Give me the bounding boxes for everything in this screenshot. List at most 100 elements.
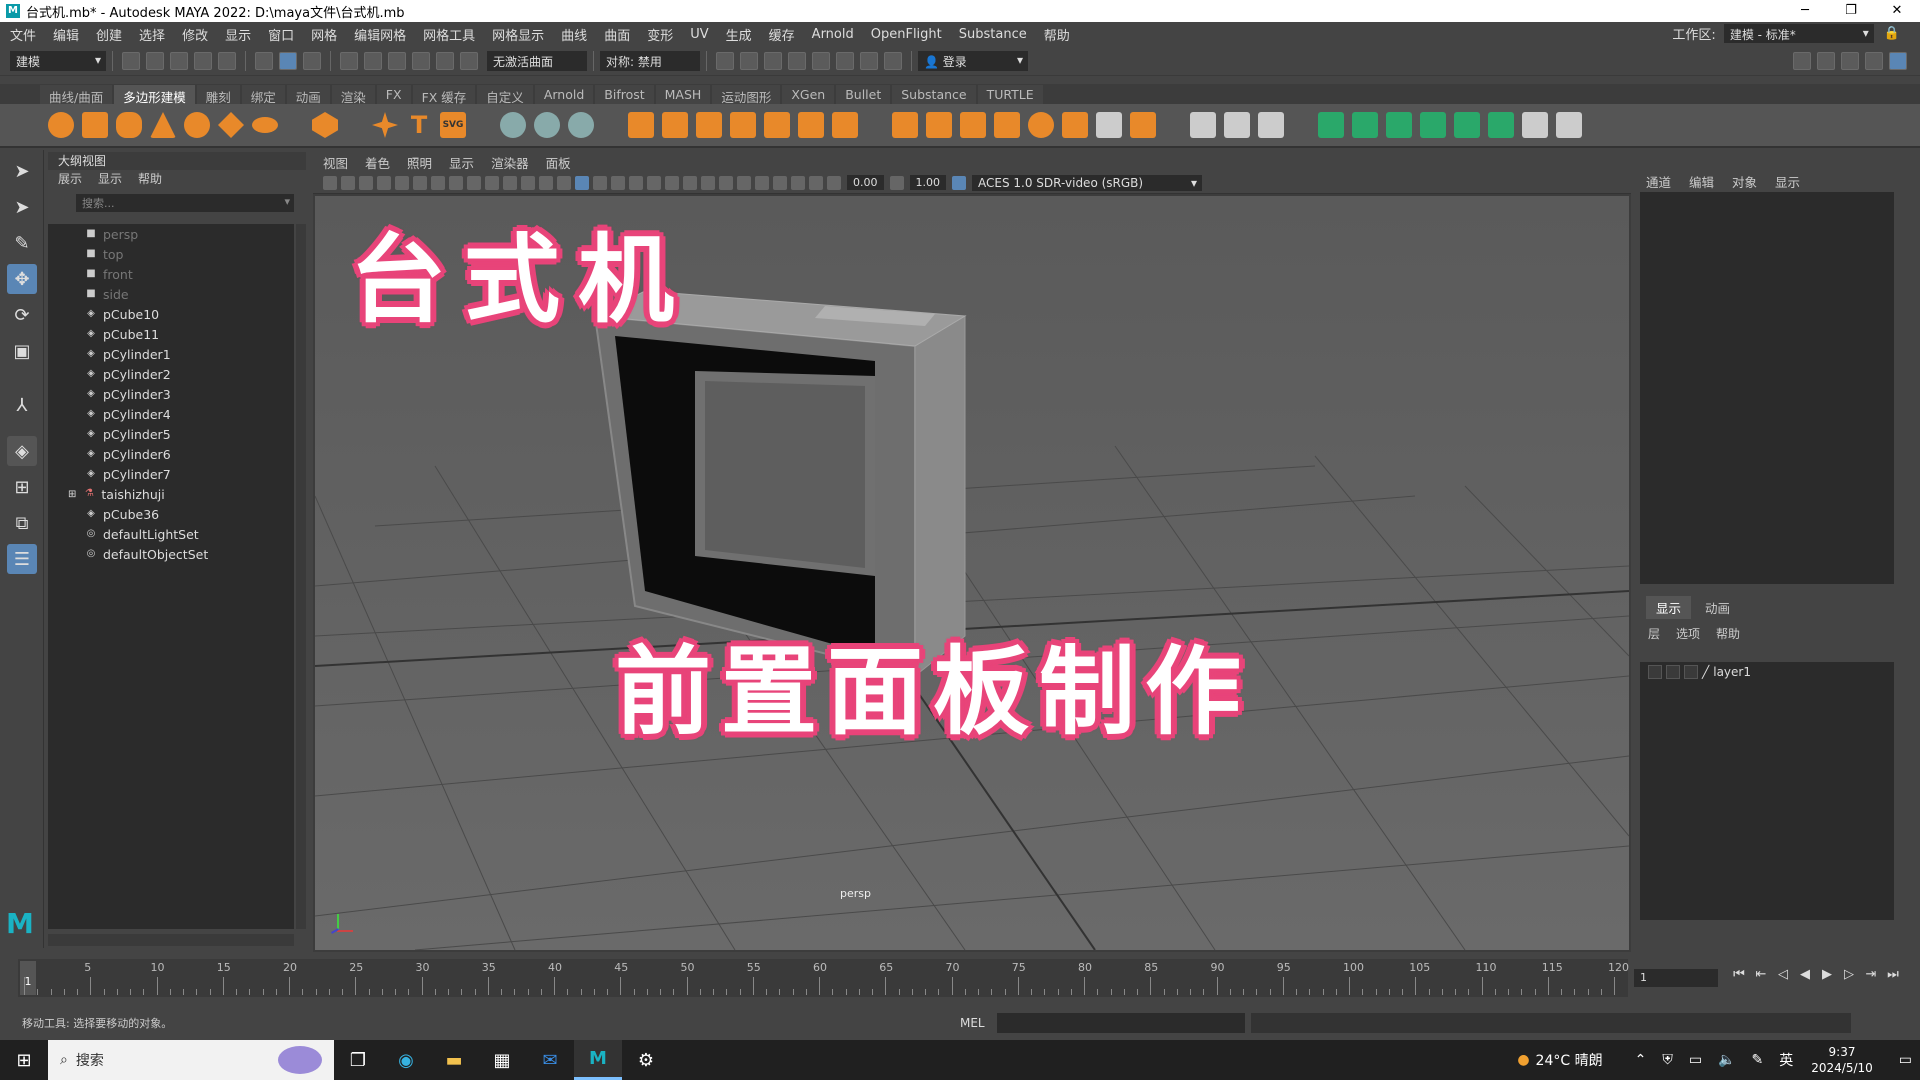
ambient-occlusion-icon[interactable] (683, 175, 697, 190)
shelf-tab-custom[interactable]: 自定义 (477, 85, 533, 105)
menu-help[interactable]: 帮助 (1044, 25, 1070, 44)
grid-toggle-icon[interactable] (431, 175, 445, 190)
menu-edit-mesh[interactable]: 编辑网格 (354, 25, 406, 44)
platonic-solid-icon[interactable] (312, 112, 338, 138)
camera-select-icon[interactable] (323, 175, 337, 190)
default-material-icon[interactable] (593, 175, 607, 190)
layer-menu-options[interactable]: 选项 (1676, 625, 1700, 642)
layer-menu-help[interactable]: 帮助 (1716, 625, 1740, 642)
viewport-menu-lighting[interactable]: 照明 (407, 153, 432, 172)
expand-icon[interactable]: ⊞ (68, 489, 76, 500)
multi-cut-icon[interactable] (1190, 112, 1216, 138)
gate-mask-icon[interactable] (485, 175, 499, 190)
layer-playback-toggle[interactable] (1666, 665, 1680, 679)
pause-icon[interactable] (884, 51, 902, 70)
outliner-item-pcylinder5[interactable]: ◈ pCylinder5 (48, 424, 294, 444)
xray-icon[interactable] (773, 175, 787, 190)
scale-tool-icon[interactable]: ▣ (7, 336, 37, 366)
notification-icon[interactable]: ▭ (1899, 1052, 1912, 1068)
super-shape-icon[interactable] (372, 112, 398, 138)
edge-browser-icon[interactable]: ◉ (382, 1040, 430, 1080)
xray-joints-icon[interactable] (791, 175, 805, 190)
outliner-item-pcube10[interactable]: ◈ pCube10 (48, 304, 294, 324)
menu-uv[interactable]: UV (690, 27, 708, 42)
symmetry-dropdown[interactable]: 对称: 禁用 (600, 50, 700, 71)
shelf-tab-motion-graphics[interactable]: 运动图形 (712, 85, 781, 105)
ipr-render-icon[interactable] (764, 51, 782, 70)
shelf-tab-fx[interactable]: FX (376, 85, 411, 104)
shelf-tab-animation[interactable]: 动画 (286, 85, 330, 105)
menu-select[interactable]: 选择 (139, 25, 165, 44)
workspace-dropdown[interactable]: 建模 - 标准* ▾ (1723, 24, 1874, 43)
menu-mesh-tools[interactable]: 网格工具 (423, 25, 475, 44)
current-time-marker[interactable]: 1 (20, 961, 36, 995)
play-backward-icon[interactable]: ◀ (1794, 967, 1816, 982)
render-settings-icon[interactable] (788, 51, 806, 70)
menu-modify[interactable]: 修改 (182, 25, 208, 44)
pen-icon[interactable]: ✎ (1752, 1052, 1764, 1068)
new-scene-icon[interactable] (122, 51, 140, 70)
viewport-canvas[interactable]: persp 台式机 前置面板制作 (315, 196, 1629, 950)
menu-create[interactable]: 创建 (96, 25, 122, 44)
minimize-button[interactable]: ─ (1782, 0, 1828, 22)
poly-cylinder-icon[interactable] (116, 112, 142, 138)
anti-aliasing-icon[interactable] (719, 175, 733, 190)
snap-curve-icon[interactable] (364, 51, 382, 70)
menu-substance[interactable]: Substance (959, 27, 1027, 42)
maximize-button[interactable]: ❐ (1828, 0, 1874, 22)
wireframe-icon[interactable] (557, 175, 571, 190)
single-perspective-view-icon[interactable]: ◈ (7, 436, 37, 466)
script-language-toggle[interactable]: MEL (960, 1016, 985, 1030)
textured-icon[interactable] (629, 175, 643, 190)
channel-box-menu-show[interactable]: 显示 (1775, 172, 1800, 192)
combine-icon[interactable] (628, 112, 654, 138)
outliner-item-defaultlightset[interactable]: ◎ defaultLightSet (48, 524, 294, 544)
outliner-menu-show[interactable]: 展示 (58, 170, 82, 190)
snap-point-icon[interactable] (388, 51, 406, 70)
make-hole-icon[interactable] (1062, 112, 1088, 138)
resolution-gate-icon[interactable] (467, 175, 481, 190)
close-button[interactable]: ✕ (1874, 0, 1920, 22)
time-slider-track[interactable]: 1 5 10 15 20 25 30 35 40 45 50 55 60 65 70 75 80 85 90 95 1… (18, 959, 1629, 997)
shelf-tab-curves-surfaces[interactable]: 曲线/曲面 (40, 85, 113, 105)
go-to-start-icon[interactable]: ⏮ (1728, 967, 1750, 982)
outliner-layout-icon[interactable]: ☰ (7, 544, 37, 574)
shelf-tab-turtle[interactable]: TURTLE (977, 85, 1043, 104)
gamma-icon[interactable] (889, 175, 904, 190)
login-dropdown[interactable]: 👤 登录 ▾ (918, 50, 1028, 71)
safe-title-icon[interactable] (539, 175, 553, 190)
channel-box-menu-edit[interactable]: 编辑 (1689, 172, 1714, 192)
gamma-field[interactable]: 1.00 (909, 175, 946, 190)
poly-plane-icon[interactable] (218, 112, 244, 138)
microsoft-store-icon[interactable]: ▦ (478, 1040, 526, 1080)
depth-of-field-icon[interactable] (737, 175, 751, 190)
grease-pencil-icon[interactable] (413, 175, 427, 190)
play-forward-icon[interactable]: ▶ (1816, 967, 1838, 982)
sculpt-icon[interactable] (500, 112, 526, 138)
use-all-lights-icon[interactable] (647, 175, 661, 190)
outliner-search-input[interactable]: 搜索... ▾ (76, 194, 294, 212)
security-icon[interactable]: ⛨ (1662, 1052, 1673, 1068)
channel-box-menu-channels[interactable]: 通道 (1646, 172, 1671, 192)
taskbar-search[interactable]: ⌕ 搜索 (48, 1040, 334, 1080)
isolate-select-icon[interactable] (755, 175, 769, 190)
fill-hole-icon[interactable] (1028, 112, 1054, 138)
snap-grid-icon[interactable] (340, 51, 358, 70)
outliner-item-taishizhuji[interactable]: ⊞ ⚗ taishizhuji (48, 484, 294, 504)
menu-cache[interactable]: 缓存 (769, 25, 795, 44)
menu-windows[interactable]: 窗口 (268, 25, 294, 44)
outliner-item-pcylinder7[interactable]: ◈ pCylinder7 (48, 464, 294, 484)
layout-icon[interactable] (1889, 52, 1907, 70)
shelf-tab-bullet[interactable]: Bullet (836, 85, 891, 104)
layer-visibility-toggle[interactable] (1648, 665, 1662, 679)
outliner-item-pcylinder4[interactable]: ◈ pCylinder4 (48, 404, 294, 424)
volume-icon[interactable]: 🔈 (1718, 1052, 1735, 1068)
lasso-tool-icon[interactable]: ➤ (7, 192, 37, 222)
poly-type-icon[interactable]: T (406, 112, 432, 138)
boolean-icon[interactable] (730, 112, 756, 138)
redo-icon[interactable] (218, 51, 236, 70)
shelf-tab-mash[interactable]: MASH (655, 85, 711, 104)
bevel-edge-icon[interactable] (926, 112, 952, 138)
image-plane-icon[interactable] (377, 175, 391, 190)
arnold-render-icon[interactable] (860, 51, 878, 70)
